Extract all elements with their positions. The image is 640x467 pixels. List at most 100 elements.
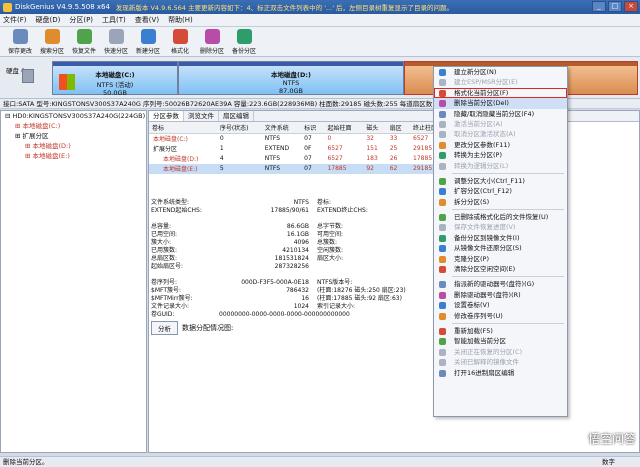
column-header: 磁头 bbox=[363, 122, 387, 134]
table-cell: 07 bbox=[301, 163, 325, 174]
update-notice[interactable]: 发现新版本 V4.9.6.564 主要更新内容如下：4、标正双击文件列表中的 '… bbox=[116, 2, 453, 12]
menu-item-icon bbox=[439, 359, 446, 367]
context-menu-item-22[interactable]: 指派新的驱动器号(盘符)(G) bbox=[434, 279, 567, 289]
table-cell: 0F bbox=[304, 145, 312, 152]
menu-item-label: 激活当前分区(A) bbox=[454, 119, 503, 128]
menu-item-icon bbox=[439, 69, 446, 76]
menu-item-label: 格式化当前分区(F) bbox=[454, 88, 509, 97]
context-menu-item-27[interactable]: 重新加载(F5) bbox=[434, 326, 567, 336]
toolbar: 保存更改 搜索分区 恢复文件 快速分区 新建分区 格式化 删除分区 备份分区 bbox=[0, 27, 640, 57]
context-menu-item-15[interactable]: 已删除或格式化后的文件恢复(U) bbox=[434, 212, 567, 222]
tab-0[interactable]: 分区参数 bbox=[149, 111, 184, 121]
context-menu-item-0[interactable]: 建立新分区(N) bbox=[434, 67, 567, 77]
context-menu-item-2[interactable]: 格式化当前分区(F) bbox=[434, 87, 567, 99]
context-menu-item-8[interactable]: 转换为主分区(P) bbox=[434, 150, 567, 160]
detail-value: 86.6GB bbox=[286, 223, 309, 230]
tab-1[interactable]: 浏览文件 bbox=[184, 111, 219, 121]
menu-item-label: 建立新分区(N) bbox=[454, 68, 497, 76]
context-menu-item-11[interactable]: 调整分区大小(Ctrl_F11) bbox=[434, 176, 567, 186]
context-menu-item-31[interactable]: 打开16进制扇区编辑 bbox=[434, 368, 567, 378]
toolbar-button-0[interactable]: 保存更改 bbox=[4, 27, 36, 56]
context-menu-item-13[interactable]: 拆分分区(S) bbox=[434, 197, 567, 207]
detail-key: 已用空间: bbox=[151, 231, 178, 238]
menu-item-1[interactable]: 硬盘(D) bbox=[36, 15, 61, 25]
menu-item-label: 扩容分区(Ctrl_F12) bbox=[454, 187, 512, 196]
menu-item-3[interactable]: 工具(T) bbox=[102, 15, 126, 25]
detail-row: 总容量: 86.6GB 总字节数: bbox=[149, 223, 449, 231]
toolbar-button-4[interactable]: 新建分区 bbox=[132, 27, 164, 56]
context-menu-item-3[interactable]: 删除当前分区(Del) bbox=[434, 98, 567, 109]
detail-row: 起始扇区号: 287328256 bbox=[149, 263, 449, 271]
detail-key: 文件系统类型: bbox=[151, 199, 190, 206]
window-title: DiskGenius V4.9.5.508 x64 bbox=[15, 3, 110, 11]
detail-value: 17885/90/61 bbox=[270, 207, 309, 214]
menu-bar: 文件(F) 硬盘(D) 分区(P) 工具(T) 查看(V) 帮助(H) bbox=[0, 14, 640, 27]
table-cell: 本地磁盘(C:) bbox=[153, 136, 188, 144]
detail-key: 簇大小: bbox=[151, 239, 172, 246]
toolbar-button-5[interactable]: 格式化 bbox=[164, 27, 196, 56]
analyze-button[interactable]: 分析 bbox=[151, 321, 178, 335]
context-menu-item-17[interactable]: 备份分区到镜像文件(I) bbox=[434, 233, 567, 243]
tab-2[interactable]: 扇区编辑 bbox=[219, 111, 254, 121]
tree-node[interactable]: ⊞ 本地磁盘(C:) bbox=[1, 121, 146, 131]
table-cell: 本地磁盘(E:) bbox=[149, 163, 217, 174]
menu-item-2[interactable]: 分区(P) bbox=[69, 15, 93, 25]
toolbar-button-2[interactable]: 恢复文件 bbox=[68, 27, 100, 56]
context-menu-item-20[interactable]: 清除分区空闲空间(E) bbox=[434, 264, 567, 274]
column-header: 起始柱面 bbox=[324, 122, 364, 134]
menu-item-icon bbox=[439, 224, 446, 232]
menu-item-0[interactable]: 文件(F) bbox=[3, 15, 27, 25]
table-cell: 26 bbox=[389, 155, 398, 162]
menu-item-icon bbox=[439, 302, 446, 310]
menu-item-icon bbox=[439, 141, 446, 149]
table-row[interactable]: 本地磁盘(E:) 5 NTFS 07 17885 92 62 29185 bbox=[149, 163, 449, 174]
status-numlock: 数字 bbox=[602, 458, 615, 466]
detail-key-2: 索引记录大小: bbox=[317, 303, 356, 310]
column-header: 标识 bbox=[301, 122, 325, 134]
table-cell: 6527 bbox=[327, 155, 343, 162]
tree-node[interactable]: ⊞ 本地磁盘(E:) bbox=[1, 151, 146, 161]
context-menu-item-7[interactable]: 更改分区参数(F11) bbox=[434, 140, 567, 150]
toolbar-icon bbox=[12, 29, 28, 44]
menu-item-icon bbox=[439, 338, 446, 346]
detail-key-2 bbox=[309, 311, 369, 319]
table-cell: NTFS bbox=[264, 155, 281, 162]
partition-d[interactable]: 本地磁盘(D:) NTFS 87.0GB bbox=[178, 61, 404, 95]
context-menu-item-25[interactable]: 修改卷序列号(U) bbox=[434, 311, 567, 321]
toolbar-button-7[interactable]: 备份分区 bbox=[228, 27, 260, 56]
context-menu-item-12[interactable]: 扩容分区(Ctrl_F12) bbox=[434, 186, 567, 196]
context-menu-item-18[interactable]: 从镜像文件还原分区(S) bbox=[434, 243, 567, 253]
table-row[interactable]: 本地磁盘(D:) 4 NTFS 07 6527 183 26 17885 bbox=[149, 154, 449, 164]
column-header: 卷标 bbox=[149, 122, 217, 134]
column-header: 扇区 bbox=[386, 122, 411, 134]
detail-row bbox=[149, 215, 449, 223]
minimize-button[interactable]: _ bbox=[592, 1, 606, 12]
toolbar-button-1[interactable]: 搜索分区 bbox=[36, 27, 68, 56]
menu-item-5[interactable]: 帮助(H) bbox=[168, 15, 193, 25]
menu-item-label: 关闭已解释的镜像文件 bbox=[454, 358, 519, 367]
tree-node[interactable]: ⊟ HD0:KINGSTONSV300S37A240G(224GB) bbox=[1, 111, 146, 121]
detail-key-2: 总簇数: bbox=[317, 239, 338, 246]
context-menu-item-24[interactable]: 设置卷标(V) bbox=[434, 300, 567, 310]
maximize-button[interactable]: □ bbox=[608, 1, 622, 12]
tree-node[interactable]: ⊞ 本地磁盘(D:) bbox=[1, 141, 146, 151]
toolbar-button-6[interactable]: 删除分区 bbox=[196, 27, 228, 56]
table-cell: NTFS bbox=[261, 163, 302, 174]
toolbar-label: 恢复文件 bbox=[71, 48, 96, 55]
detail-value: 4210134 bbox=[282, 247, 309, 254]
close-button[interactable]: × bbox=[624, 1, 638, 12]
context-menu-item-16: 保存文件恢复进度(V) bbox=[434, 222, 567, 232]
toolbar-icon bbox=[204, 29, 220, 44]
menu-item-label: 删除驱动器号(盘符)(R) bbox=[454, 290, 521, 299]
toolbar-button-3[interactable]: 快速分区 bbox=[100, 27, 132, 56]
menu-item-4[interactable]: 查看(V) bbox=[135, 15, 159, 25]
table-row[interactable]: 本地磁盘(C:) 0 NTFS 07 0 32 33 6527 bbox=[149, 134, 449, 144]
partition-c[interactable]: 本地磁盘(C:) NTFS (活动) 50.0GB bbox=[52, 61, 178, 97]
context-menu-item-19[interactable]: 克隆分区(P) bbox=[434, 254, 567, 264]
detail-key-2 bbox=[309, 263, 369, 271]
table-row[interactable]: 扩展分区 1 EXTEND 0F 6527 151 25 29185 bbox=[149, 144, 449, 154]
context-menu-item-28[interactable]: 智能加载当前分区 bbox=[434, 336, 567, 346]
tree-node[interactable]: ⊞ 扩展分区 bbox=[1, 131, 146, 141]
context-menu-item-23[interactable]: 删除驱动器号(盘符)(R) bbox=[434, 290, 567, 300]
context-menu-item-4[interactable]: 隐藏/取消隐藏当前分区(F4) bbox=[434, 109, 567, 119]
